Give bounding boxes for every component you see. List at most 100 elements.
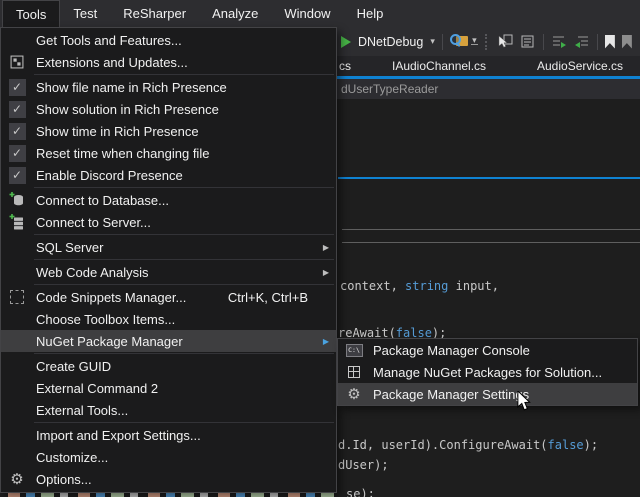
console-icon: C:\ (342, 341, 366, 359)
menu-separator (34, 234, 334, 235)
menu-item-connect-to-server[interactable]: Connect to Server... (1, 211, 336, 233)
lines-arrow-green-icon-1[interactable] (551, 34, 567, 49)
menubar-item-test[interactable]: Test (60, 0, 110, 27)
packages-icon (342, 363, 366, 381)
menu-item-sql-server[interactable]: SQL Server ▶ (1, 236, 336, 258)
menu-item-choose-toolbox-items[interactable]: Choose Toolbox Items... (1, 308, 336, 330)
vs-window: Tools Test ReSharper Analyze Window Help… (0, 0, 640, 497)
tab-partial[interactable]: cs (339, 59, 351, 73)
tab-audioservice[interactable]: AudioService.cs (537, 59, 623, 73)
menu-item-label: Web Code Analysis (36, 265, 149, 280)
submenu-arrow-icon: ▶ (323, 268, 329, 277)
menubar-item-window[interactable]: Window (271, 0, 343, 27)
tools-menu: Get Tools and Features... Extensions and… (0, 27, 337, 493)
menu-item-label: Show file name in Rich Presence (36, 80, 227, 95)
menu-item-label: Choose Toolbox Items... (36, 312, 175, 327)
submenu-item-package-manager-console[interactable]: C:\ Package Manager Console (338, 339, 637, 361)
menu-item-show-time[interactable]: ✓ Show time in Rich Presence (1, 120, 336, 142)
menu-item-create-guid[interactable]: Create GUID (1, 355, 336, 377)
menu-item-reset-time[interactable]: ✓ Reset time when changing file (1, 142, 336, 164)
menu-item-label: Connect to Database... (36, 193, 169, 208)
menu-item-label: Import and Export Settings... (36, 428, 201, 443)
checkmark-icon: ✓ (5, 100, 29, 118)
cursor-box-icon[interactable] (497, 34, 513, 49)
menu-separator (34, 187, 334, 188)
code-line: d.Id, userId).ConfigureAwait(false); (338, 438, 598, 452)
menu-item-options[interactable]: ⚙Options... (1, 468, 336, 490)
menu-item-customize[interactable]: Customize... (1, 446, 336, 468)
toolbar-grip-handle[interactable] (485, 34, 490, 50)
menu-item-get-tools-and-features[interactable]: Get Tools and Features... (1, 29, 336, 51)
submenu-item-package-manager-settings[interactable]: ⚙ Package Manager Settings (338, 383, 637, 405)
menubar-item-resharper[interactable]: ReSharper (110, 0, 199, 27)
menu-item-label: Show time in Rich Presence (36, 124, 199, 139)
start-debug-button[interactable] (341, 36, 351, 48)
chevron-underline (471, 44, 478, 45)
document-tab-strip: cs IAudioChannel.cs AudioService.cs (337, 56, 640, 76)
menu-item-shortcut: Ctrl+K, Ctrl+B (228, 290, 328, 305)
menu-separator (34, 259, 334, 260)
menu-item-connect-to-database[interactable]: Connect to Database... (1, 189, 336, 211)
editor-breadcrumb[interactable]: dUserTypeReader (337, 79, 640, 99)
submenu-item-manage-nuget-packages[interactable]: Manage NuGet Packages for Solution... (338, 361, 637, 383)
menu-item-import-export-settings[interactable]: Import and Export Settings... (1, 424, 336, 446)
peek-border-line (338, 177, 640, 179)
clipped-code-row (8, 493, 338, 497)
menu-item-label: Connect to Server... (36, 215, 151, 230)
menu-item-label: Enable Discord Presence (36, 168, 183, 183)
tab-iaudiochannel[interactable]: IAudioChannel.cs (392, 59, 486, 73)
menu-separator (34, 422, 334, 423)
checkmark-icon: ✓ (5, 166, 29, 184)
lines-arrow-green-icon-2[interactable] (574, 34, 590, 49)
menubar-item-tools[interactable]: Tools (2, 0, 60, 27)
play-icon (341, 36, 351, 48)
menu-item-external-tools[interactable]: External Tools... (1, 399, 336, 421)
server-add-icon (5, 213, 29, 231)
code-line: context, string input, (340, 279, 499, 293)
toolbar-separator (442, 34, 443, 50)
checkmark-icon: ✓ (5, 144, 29, 162)
solution-config-dropdown[interactable]: DNetDebug (358, 35, 423, 49)
gear-icon: ⚙ (342, 385, 366, 403)
box-lines-icon[interactable] (520, 34, 536, 49)
menu-item-label: SQL Server (36, 240, 103, 255)
code-line: se); (346, 487, 375, 497)
bookmark-prev-icon[interactable] (622, 35, 632, 49)
menu-item-label: External Tools... (36, 403, 128, 418)
bookmark-icon[interactable] (605, 35, 615, 49)
menu-item-external-command-2[interactable]: External Command 2 (1, 377, 336, 399)
menu-item-label: Reset time when changing file (36, 146, 209, 161)
standard-toolbar: DNetDebug ▾ ▾ (337, 27, 640, 56)
snippets-icon (5, 288, 29, 306)
menu-item-code-snippets-manager[interactable]: Code Snippets Manager... Ctrl+K, Ctrl+B (1, 286, 336, 308)
gear-icon: ⚙ (5, 470, 29, 488)
menu-item-label: Extensions and Updates... (36, 55, 188, 70)
menu-item-show-file-name[interactable]: ✓ Show file name in Rich Presence (1, 76, 336, 98)
menu-item-show-solution[interactable]: ✓ Show solution in Rich Presence (1, 98, 336, 120)
code-line: dUser); (338, 458, 389, 472)
menu-item-enable-discord[interactable]: ✓ Enable Discord Presence (1, 164, 336, 186)
menubar-item-analyze[interactable]: Analyze (199, 0, 271, 27)
menu-item-label: Customize... (36, 450, 108, 465)
find-in-files-icon[interactable] (450, 34, 468, 49)
nuget-submenu: C:\ Package Manager Console Manage NuGet… (337, 338, 638, 406)
menu-item-label: Show solution in Rich Presence (36, 102, 219, 117)
menubar-item-help[interactable]: Help (344, 0, 397, 27)
menu-item-extensions-and-updates[interactable]: Extensions and Updates... (1, 51, 336, 73)
code-divider-line (342, 242, 640, 243)
extensions-icon (5, 53, 29, 71)
code-divider-line (342, 229, 640, 230)
toolbar-separator (597, 34, 598, 50)
submenu-arrow-icon: ▶ (323, 243, 329, 252)
menu-item-nuget-package-manager[interactable]: NuGet Package Manager▶ (1, 330, 336, 352)
chevron-down-icon[interactable]: ▾ (430, 36, 435, 47)
menu-item-label: Package Manager Console (373, 343, 530, 358)
toolbar-options-chevron-icon[interactable]: ▾ (471, 38, 478, 45)
menu-item-web-code-analysis[interactable]: Web Code Analysis ▶ (1, 261, 336, 283)
menu-item-label: Get Tools and Features... (36, 33, 182, 48)
menu-separator (34, 353, 334, 354)
checkmark-icon: ✓ (5, 78, 29, 96)
breadcrumb-text: dUserTypeReader (341, 82, 438, 96)
checkmark-icon: ✓ (5, 122, 29, 140)
menu-separator (34, 74, 334, 75)
